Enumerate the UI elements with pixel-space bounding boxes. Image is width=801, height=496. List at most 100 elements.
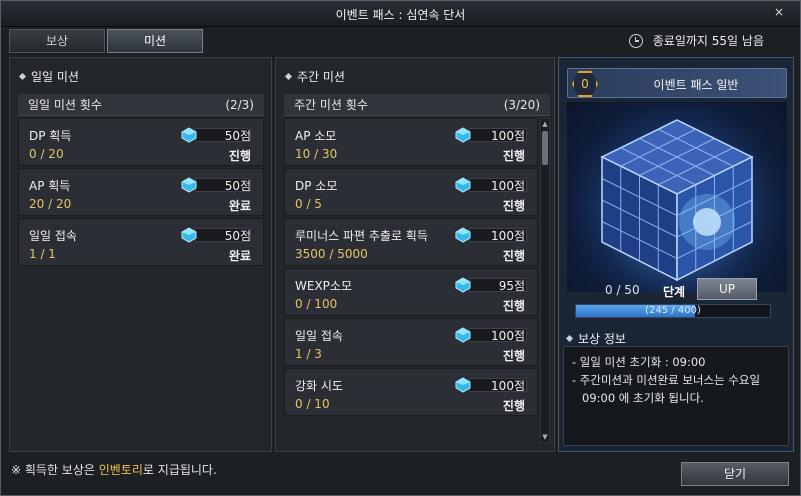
- gem-icon: [181, 127, 197, 143]
- cube-illustration: [567, 102, 787, 292]
- footer-note-prefix: ※ 획득한 보상은: [11, 463, 99, 477]
- footer-note-suffix: 로 지급됩니다.: [142, 463, 217, 477]
- clock-icon: [628, 33, 643, 48]
- tab-rewards[interactable]: 보상: [9, 29, 105, 53]
- weekly-mission-count-row: 주간 미션 횟수 (3/20): [284, 94, 550, 116]
- mission-progress: 20 / 20: [29, 197, 72, 211]
- mission-points: 50점: [224, 179, 251, 193]
- mission-status: 진행: [502, 299, 525, 313]
- pass-level-badge: 0: [572, 71, 598, 97]
- mission-status: 완료: [228, 249, 251, 263]
- mission-name: WEXP소모: [295, 279, 352, 293]
- mission-name: DP 소모: [295, 179, 338, 193]
- mission-status: 진행: [502, 399, 525, 413]
- mission-progress: 0 / 10: [295, 397, 330, 411]
- tab-missions[interactable]: 미션: [107, 29, 203, 53]
- up-button[interactable]: UP: [697, 278, 757, 300]
- mission-status: 완료: [228, 199, 251, 213]
- mission-points: 50점: [224, 129, 251, 143]
- mission-progress: 10 / 30: [295, 147, 338, 161]
- daily-mission-list: DP 획득 0 / 20 50점 진행 AP 획득 20 / 20 50점 완료…: [18, 118, 264, 268]
- mission-points: 50점: [224, 229, 251, 243]
- weekly-mission-list[interactable]: AP 소모 10 / 30 100점 진행 DP 소모 0 / 5 100점 진…: [284, 118, 538, 418]
- list-item: 일일 접속 1 / 1 50점 완료: [18, 218, 264, 266]
- footer-note-highlight: 인벤토리: [98, 463, 143, 477]
- mission-points: 100점: [491, 379, 525, 393]
- scroll-down-icon[interactable]: ▼: [541, 433, 549, 441]
- list-item: AP 획득 20 / 20 50점 완료: [18, 168, 264, 216]
- window-title: 이벤트 패스 : 심연속 단서: [335, 8, 466, 22]
- scroll-up-icon[interactable]: ▲: [541, 120, 549, 128]
- mission-status: 진행: [228, 149, 251, 163]
- mission-status: 진행: [502, 249, 525, 263]
- gem-icon: [455, 177, 471, 193]
- mission-name: 일일 접속: [295, 329, 343, 343]
- mission-progress: 0 / 5: [295, 197, 322, 211]
- reward-line: 09:00 에 초기화 됩니다.: [582, 391, 704, 405]
- close-button[interactable]: 닫기: [681, 462, 789, 486]
- daily-mission-panel: 일일 미션 일일 미션 횟수 (2/3) DP 획득 0 / 20 50점 진행…: [9, 57, 272, 452]
- mission-name: AP 소모: [295, 129, 337, 143]
- close-icon[interactable]: ×: [772, 5, 786, 19]
- remaining-time-text: 종료일까지 55일 남음: [652, 34, 764, 48]
- weekly-mission-heading: 주간 미션: [284, 68, 345, 85]
- footer-note: ※ 획득한 보상은 인벤토리로 지급됩니다.: [11, 461, 217, 478]
- xp-progress-text: (245 / 400): [645, 305, 701, 316]
- weekly-count-label: 주간 미션 횟수: [294, 98, 368, 112]
- xp-progress-bar: (245 / 400): [575, 304, 771, 318]
- mission-points: 100점: [491, 179, 525, 193]
- weekly-mission-panel: 주간 미션 주간 미션 횟수 (3/20) AP 소모 10 / 30 100점…: [275, 57, 555, 452]
- mission-name: 일일 접속: [29, 229, 77, 243]
- tab-bar: 보상 미션: [9, 29, 203, 53]
- scroll-thumb[interactable]: [542, 131, 548, 165]
- stage-row: 0 / 50 단계 UP: [567, 278, 787, 304]
- stage-label: 단계: [663, 285, 686, 299]
- daily-count-label: 일일 미션 횟수: [28, 98, 102, 112]
- mission-progress: 3500 / 5000: [295, 247, 368, 261]
- mission-points: 100점: [491, 229, 525, 243]
- weekly-count-value: (3/20): [503, 97, 540, 112]
- mission-progress: 1 / 1: [29, 247, 56, 261]
- list-item: AP 소모 10 / 30 100점 진행: [284, 118, 538, 166]
- gem-icon: [455, 377, 471, 393]
- daily-mission-heading: 일일 미션: [18, 68, 79, 85]
- mission-points: 100점: [491, 329, 525, 343]
- mission-name: AP 획득: [29, 179, 71, 193]
- mission-points: 95점: [498, 279, 525, 293]
- stage-count: 0 / 50: [605, 283, 640, 297]
- list-item: WEXP소모 0 / 100 95점 진행: [284, 268, 538, 316]
- mission-progress: 1 / 3: [295, 347, 322, 361]
- gem-icon: [455, 277, 471, 293]
- daily-count-value: (2/3): [225, 97, 254, 112]
- weekly-mission-title: 주간 미션: [297, 70, 345, 84]
- gem-icon: [181, 227, 197, 243]
- pass-header: 0 이벤트 패스 일반: [567, 68, 787, 98]
- daily-mission-count-row: 일일 미션 횟수 (2/3): [18, 94, 264, 116]
- bullet-icon: [284, 72, 293, 81]
- reward-info-heading: 보상 정보: [565, 330, 626, 347]
- event-pass-panel: 0 이벤트 패스 일반 0 / 50 단계 UP (245 / 400) 보상 …: [558, 57, 794, 452]
- weekly-scrollbar[interactable]: ▲ ▼: [540, 118, 550, 443]
- mission-status: 진행: [502, 349, 525, 363]
- reward-line: - 주간미션과 미션완료 보너스는 수요일: [572, 373, 761, 387]
- pass-title: 이벤트 패스 일반: [653, 78, 739, 92]
- title-bar[interactable]: 이벤트 패스 : 심연속 단서 ×: [1, 1, 800, 27]
- list-item: 강화 시도 0 / 10 100점 진행: [284, 368, 538, 416]
- remaining-time: 종료일까지 55일 남음: [628, 32, 764, 49]
- reward-line: - 일일 미션 초기화 : 09:00: [572, 355, 706, 369]
- list-item: DP 획득 0 / 20 50점 진행: [18, 118, 264, 166]
- daily-mission-title: 일일 미션: [31, 70, 79, 84]
- mission-name: 강화 시도: [295, 379, 343, 393]
- cube-icon: [582, 107, 772, 292]
- list-item: DP 소모 0 / 5 100점 진행: [284, 168, 538, 216]
- mission-points: 100점: [491, 129, 525, 143]
- bullet-icon: [565, 334, 574, 343]
- gem-icon: [455, 227, 471, 243]
- mission-status: 진행: [502, 149, 525, 163]
- gem-icon: [455, 127, 471, 143]
- reward-info-box: - 일일 미션 초기화 : 09:00 - 주간미션과 미션완료 보너스는 수요…: [563, 346, 789, 446]
- gem-icon: [455, 327, 471, 343]
- mission-progress: 0 / 100: [295, 297, 338, 311]
- mission-status: 진행: [502, 199, 525, 213]
- reward-info-title: 보상 정보: [578, 332, 626, 346]
